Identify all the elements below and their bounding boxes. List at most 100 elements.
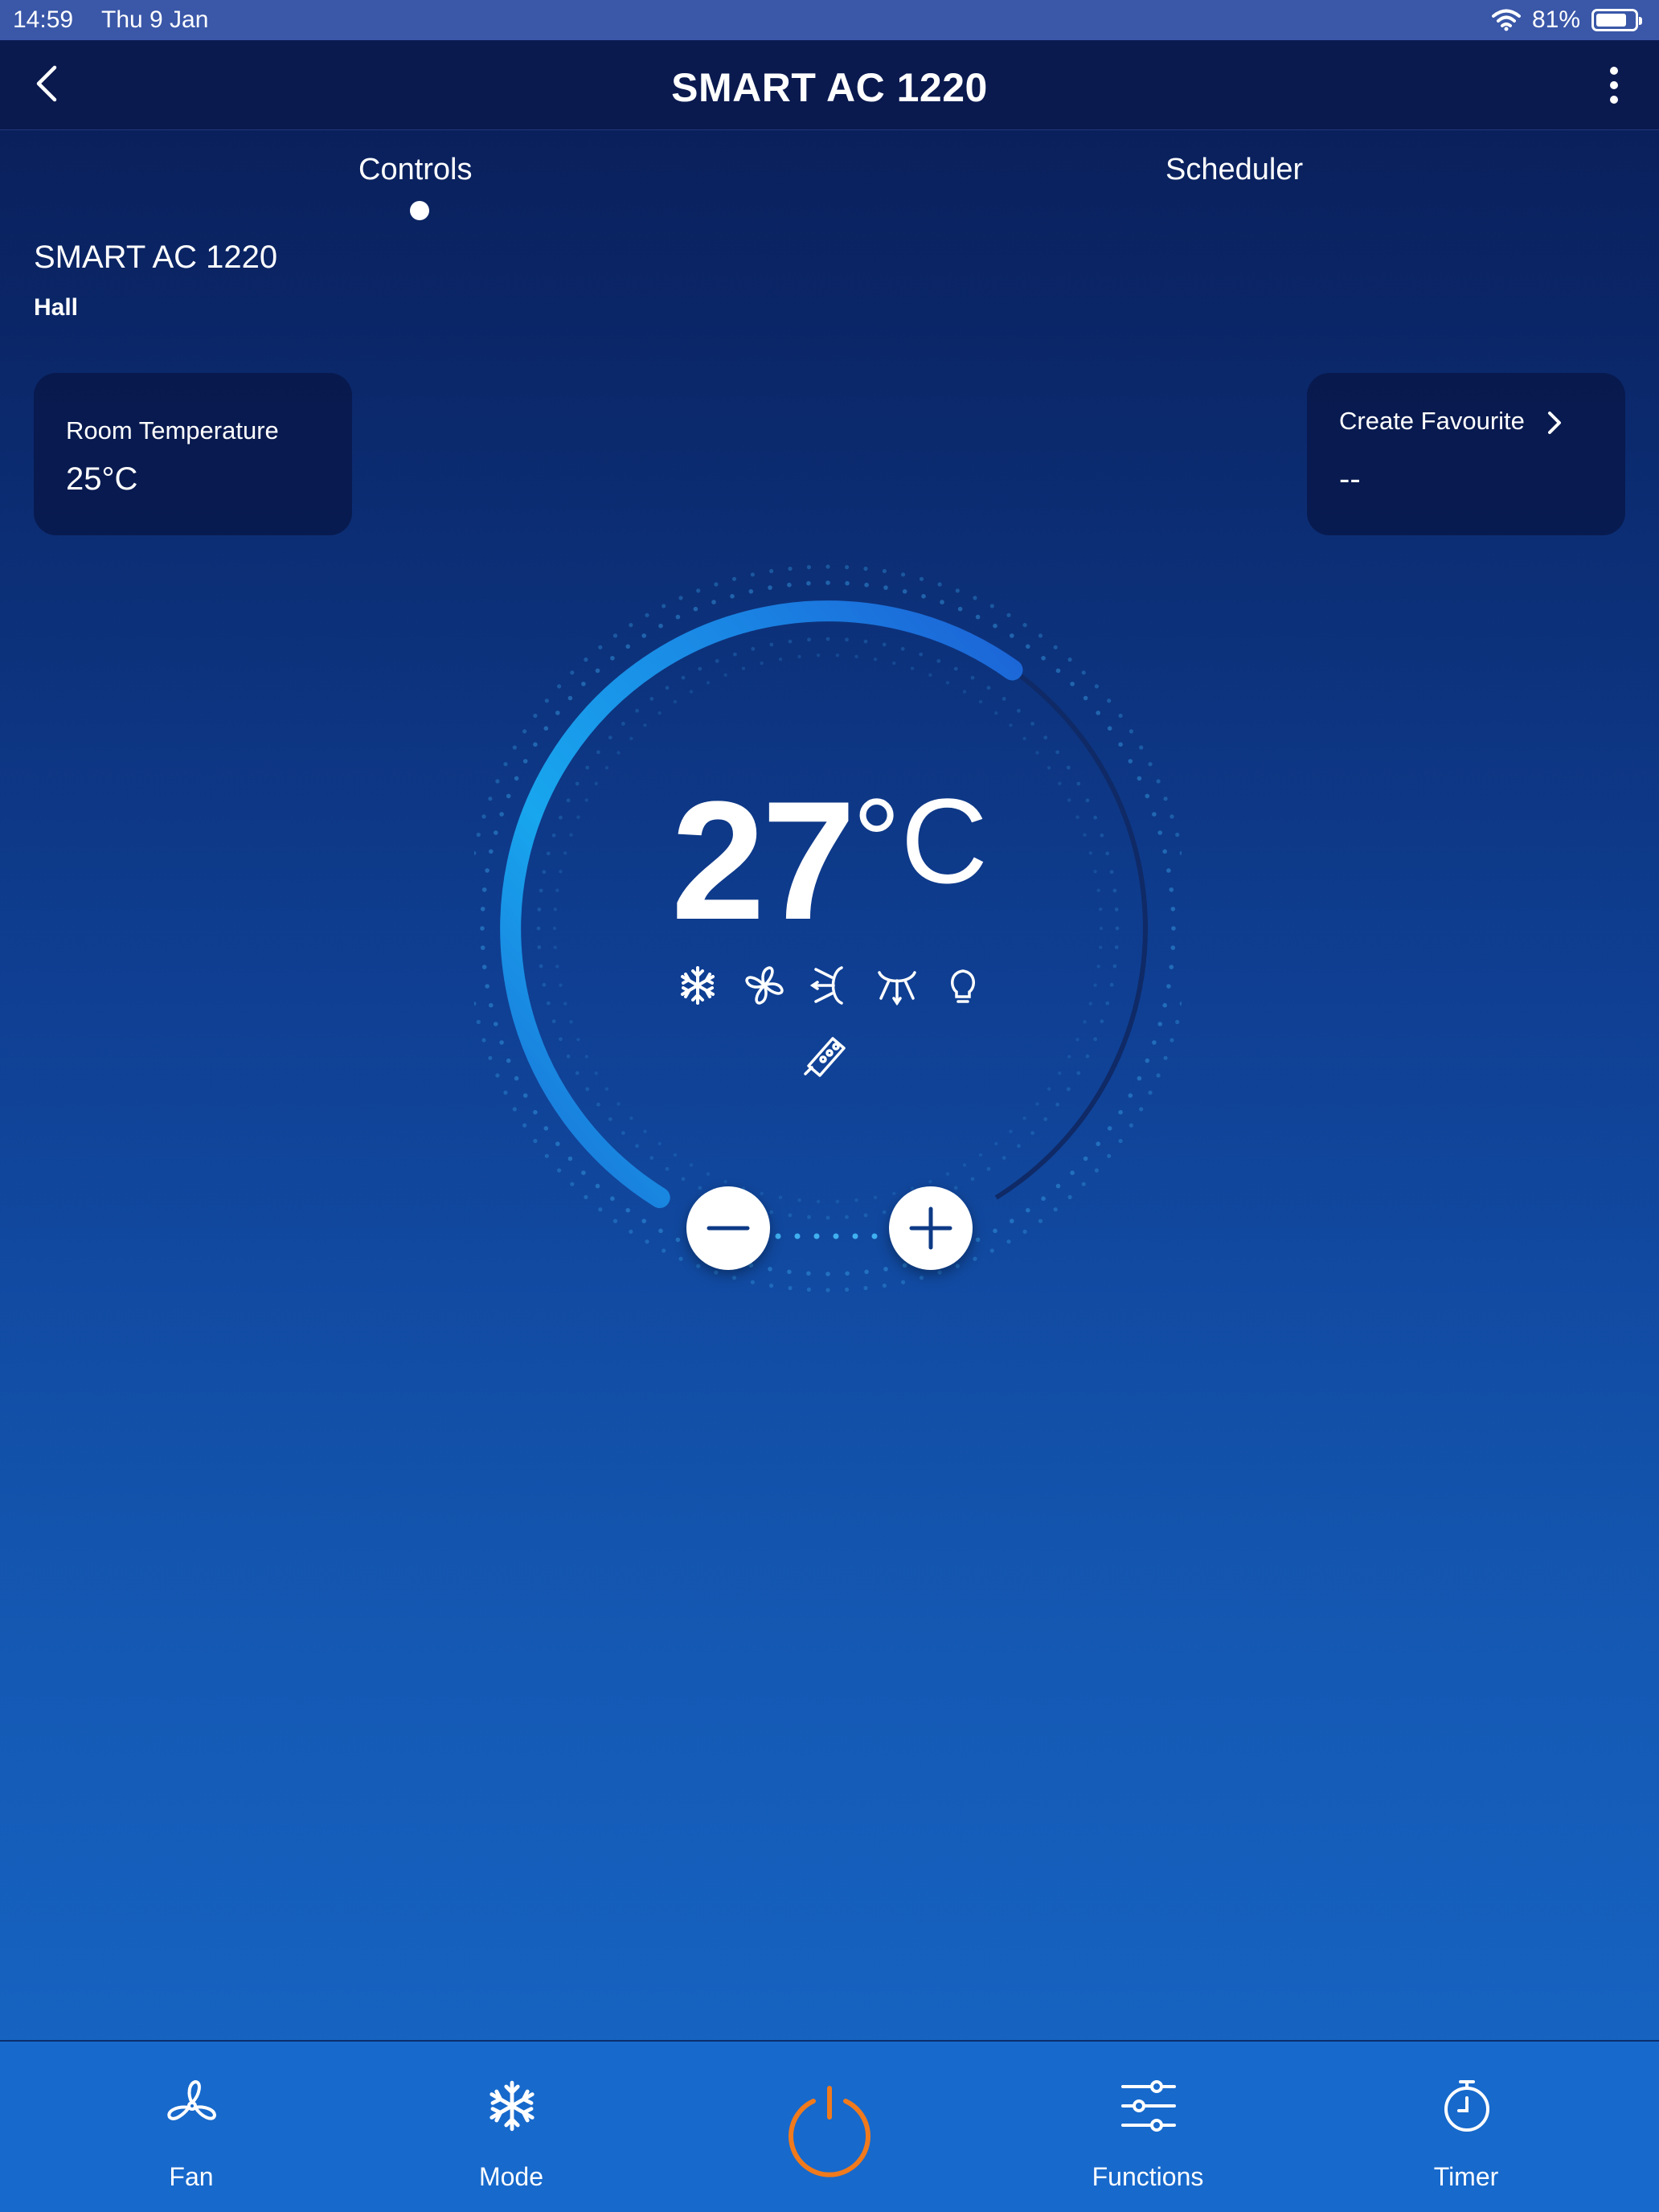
dial-dot — [1118, 713, 1123, 719]
dial-dot — [1035, 1102, 1039, 1106]
dial-dot — [973, 596, 977, 600]
light-bulb-icon — [951, 969, 975, 1003]
dial-dot — [658, 1228, 663, 1234]
dial-dot — [557, 1168, 562, 1173]
dial-dot — [539, 964, 543, 969]
dial-dot — [581, 1170, 586, 1175]
dial-dot — [1169, 965, 1174, 969]
set-temperature-unit: °C — [852, 773, 988, 908]
dial-dot — [1006, 612, 1011, 617]
dial-dot — [662, 1248, 666, 1253]
dial-dot — [1043, 1117, 1048, 1121]
dial-dot — [594, 1071, 598, 1075]
dial-dot — [1107, 698, 1112, 703]
dial-dot — [1030, 722, 1034, 726]
dial-dot — [698, 1186, 703, 1190]
dial-dot — [1163, 1055, 1168, 1060]
dial-dot — [621, 722, 625, 726]
dial-dot — [825, 564, 830, 569]
dial-dot — [816, 1199, 821, 1203]
dial-dot — [825, 1272, 830, 1276]
dial-dot — [559, 983, 563, 987]
dial-dot — [1085, 1054, 1090, 1059]
dial-dot — [1017, 708, 1021, 713]
dial-dot — [806, 1271, 811, 1276]
dial-dot — [769, 1210, 774, 1215]
dial-dot — [598, 1207, 603, 1212]
mode-button[interactable]: Mode — [415, 2042, 608, 2212]
timer-button[interactable]: Timer — [1370, 2042, 1563, 2212]
dial-dot — [864, 582, 869, 588]
dial-dot — [570, 1182, 575, 1186]
dial-dot — [495, 1073, 500, 1078]
tab-scheduler[interactable]: Scheduler — [1165, 153, 1303, 187]
fan-button[interactable]: Fan — [95, 2042, 288, 2212]
dial-dot — [936, 659, 941, 663]
dial-dot — [551, 1019, 556, 1024]
dial-dot — [882, 642, 887, 647]
functions-button[interactable]: Functions — [1051, 2042, 1244, 2212]
dial-dot — [921, 594, 926, 599]
dial-dot — [512, 745, 517, 750]
dial-dot — [768, 1267, 772, 1272]
decrease-temperature-button[interactable] — [686, 1186, 770, 1270]
dial-dot — [629, 736, 633, 740]
dial-dot — [807, 637, 811, 642]
dial-dot — [962, 1163, 967, 1167]
page-title: SMART AC 1220 — [671, 65, 988, 110]
dial-dot — [919, 1276, 924, 1280]
dial-dot — [581, 682, 586, 686]
dial-dot — [1047, 1087, 1051, 1091]
dial-connector-dot — [833, 1233, 839, 1239]
dial-dot — [807, 1215, 811, 1219]
dial-dot — [1041, 656, 1046, 661]
dial-dot — [1148, 1090, 1153, 1095]
dial-dot — [732, 652, 737, 657]
dial-dot — [1169, 1038, 1174, 1043]
swing-horizontal-icon — [809, 966, 843, 1005]
dial-dot — [576, 1038, 580, 1042]
dial-dot — [882, 568, 887, 574]
dial-dot — [825, 637, 830, 641]
dial-dot — [714, 1270, 719, 1275]
dial-dot — [543, 726, 549, 731]
dial-dot — [629, 1116, 633, 1120]
dial-dot — [760, 1191, 764, 1196]
dial-dot — [816, 653, 821, 657]
dial-dot — [658, 623, 663, 629]
dial-dot — [1129, 1123, 1133, 1128]
dial-dot — [1107, 1126, 1112, 1131]
dial-dot — [731, 1276, 737, 1280]
dial-dot — [873, 657, 878, 662]
sliders-icon — [1121, 2080, 1176, 2132]
dial-dot — [1030, 1131, 1034, 1135]
navigation-bar: SMART AC 1220 — [0, 40, 1659, 130]
dial-dot — [1152, 1040, 1157, 1045]
dial-dot — [567, 695, 573, 701]
dial-dot — [1041, 1196, 1046, 1201]
tab-controls[interactable]: Controls — [358, 153, 473, 187]
dial-dot — [1053, 1207, 1058, 1212]
dial-dot — [635, 1144, 639, 1149]
dial-dot — [629, 623, 633, 628]
dial-dot — [778, 1195, 783, 1199]
increase-temperature-button[interactable] — [889, 1186, 973, 1270]
create-favourite-card[interactable]: Create Favourite -- — [1307, 373, 1625, 535]
dial-dot — [970, 675, 975, 680]
dial-dot — [748, 589, 754, 594]
power-button[interactable] — [733, 2042, 926, 2212]
dial-dot — [657, 1141, 662, 1146]
more-vertical-icon[interactable] — [1598, 63, 1630, 108]
dial-dot — [1081, 670, 1086, 675]
dial-dot — [845, 1215, 849, 1219]
dial-dot — [625, 1207, 630, 1213]
dial-dot — [900, 646, 905, 651]
dial-dot — [595, 1183, 600, 1189]
swing-vertical-icon — [877, 971, 916, 1006]
dial-dot — [555, 1141, 560, 1146]
dial-dot — [514, 1075, 519, 1081]
dial-dot — [481, 965, 487, 969]
dial-dot — [567, 1156, 573, 1161]
dial-dot — [778, 657, 783, 662]
dial-dot — [1022, 623, 1027, 628]
